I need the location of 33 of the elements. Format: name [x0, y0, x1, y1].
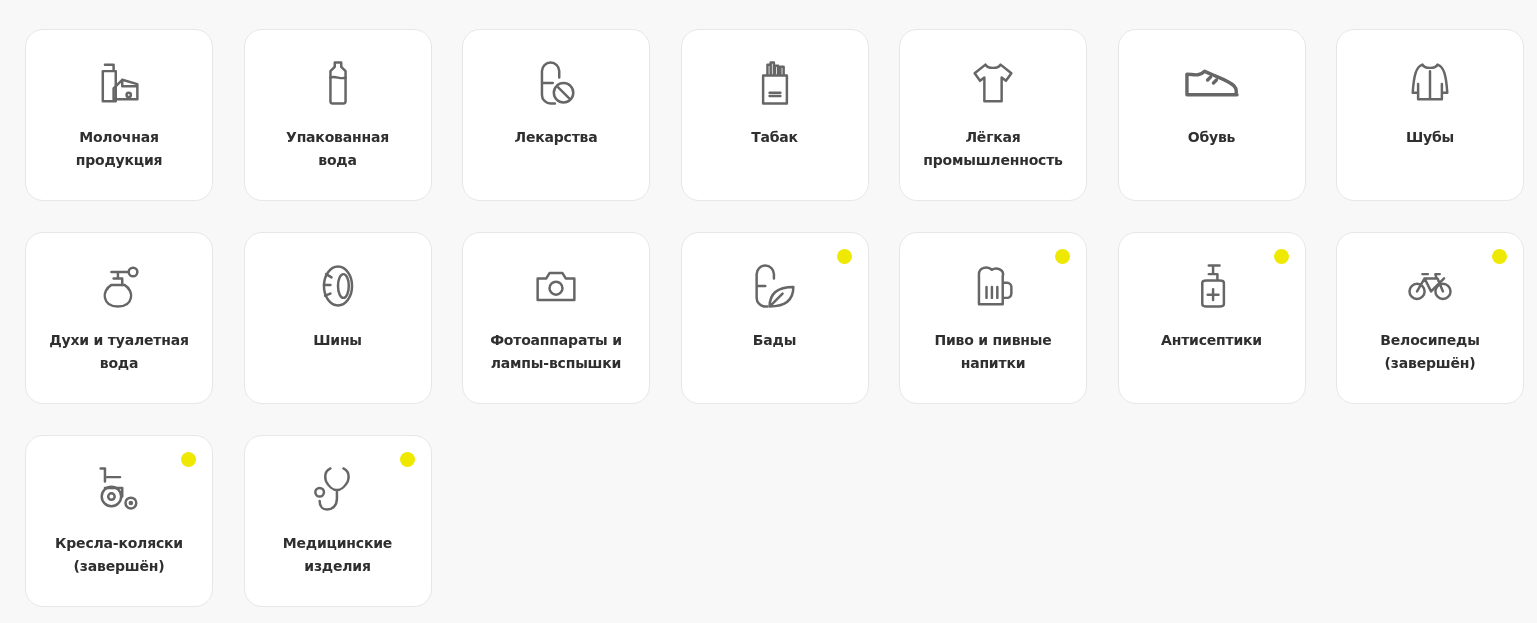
category-card[interactable]: Табак [680, 29, 869, 201]
category-label: Фотоаппараты и лампы-вспышки [490, 331, 622, 373]
category-card[interactable]: Обувь [1117, 29, 1306, 201]
category-card[interactable]: Медицинские изделия [243, 435, 432, 607]
category-card[interactable]: Пиво и пивные напитки [899, 232, 1087, 404]
category-label: Бады [752, 331, 797, 350]
category-card[interactable]: Бады [680, 232, 869, 404]
category-label: Духи и туалетная вода [49, 331, 189, 373]
category-card[interactable]: Духи и туалетная вода [25, 232, 213, 404]
category-label: Упакованная вода [286, 128, 389, 170]
category-label: Лекарства [514, 128, 598, 147]
category-label: Медицинские изделия [282, 534, 393, 576]
category-label: Шубы [1405, 128, 1455, 147]
category-card[interactable]: Молочная продукция [25, 29, 213, 201]
category-label: Обувь [1187, 128, 1236, 147]
category-label: Табак [751, 128, 798, 147]
category-card[interactable]: Шины [243, 232, 432, 404]
category-card[interactable]: Фотоаппараты и лампы-вспышки [462, 232, 650, 404]
category-label: Кресла-коляски (завершён) [55, 534, 183, 576]
category-label: Антисептики [1161, 331, 1262, 350]
category-label: Велосипеды (завершён) [1380, 331, 1480, 373]
category-card[interactable]: Антисептики [1117, 232, 1306, 404]
category-card[interactable]: Лекарства [462, 29, 650, 201]
category-card[interactable]: Велосипеды (завершён) [1336, 232, 1524, 404]
sneaker-icon [1183, 68, 1240, 98]
category-label: Пиво и пивные напитки [934, 331, 1052, 373]
category-card[interactable]: Кресла-коляски (завершён) [25, 435, 213, 607]
category-label: Молочная продукция [75, 128, 163, 170]
category-card[interactable]: Лёгкая промышленность [899, 29, 1087, 201]
category-label: Шины [313, 331, 362, 350]
category-label: Лёгкая промышленность [923, 128, 1063, 170]
category-card[interactable]: Упакованная вода [243, 29, 432, 201]
category-card[interactable]: Шубы [1336, 29, 1524, 201]
